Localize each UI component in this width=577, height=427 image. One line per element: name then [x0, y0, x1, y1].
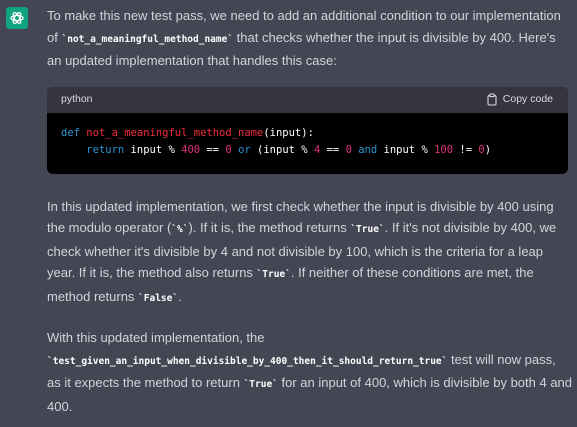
inline-code-true: `True`	[256, 269, 291, 280]
clipboard-icon	[487, 93, 497, 106]
inline-code-false: `False`	[138, 292, 179, 304]
copy-code-button[interactable]: Copy code	[486, 89, 553, 111]
inline-code-test-name: `test_given_an_input_when_divisible_by_4…	[47, 355, 448, 367]
code-content: def not_a_meaningful_method_name(input):…	[47, 113, 568, 174]
explanation-paragraph: In this updated implementation, we first…	[47, 198, 557, 304]
openai-logo-icon	[10, 11, 24, 25]
intro-paragraph: To make this new test pass, we need to a…	[47, 8, 561, 68]
code-language-label: python	[61, 92, 93, 105]
inline-code-modulo: `%`	[171, 224, 189, 235]
chatgpt-avatar	[6, 7, 28, 29]
code-line-1: def not_a_meaningful_method_name(input):	[61, 126, 314, 139]
code-block: python Copy code def not_a_meaningful_me…	[47, 86, 568, 174]
inline-code-true: `True`	[243, 379, 278, 390]
inline-code-method-name: `not_a_meaningful_method_name`	[61, 33, 234, 45]
inline-code-true: `True`	[350, 224, 385, 235]
copy-code-label: Copy code	[502, 92, 553, 105]
assistant-message: To make this new test pass, we need to a…	[47, 5, 573, 417]
code-line-2: return input % 400 == 0 or (input % 4 ==…	[86, 143, 492, 156]
conclusion-paragraph: With this updated implementation, the `t…	[47, 330, 573, 414]
code-block-header: python Copy code	[47, 86, 568, 113]
